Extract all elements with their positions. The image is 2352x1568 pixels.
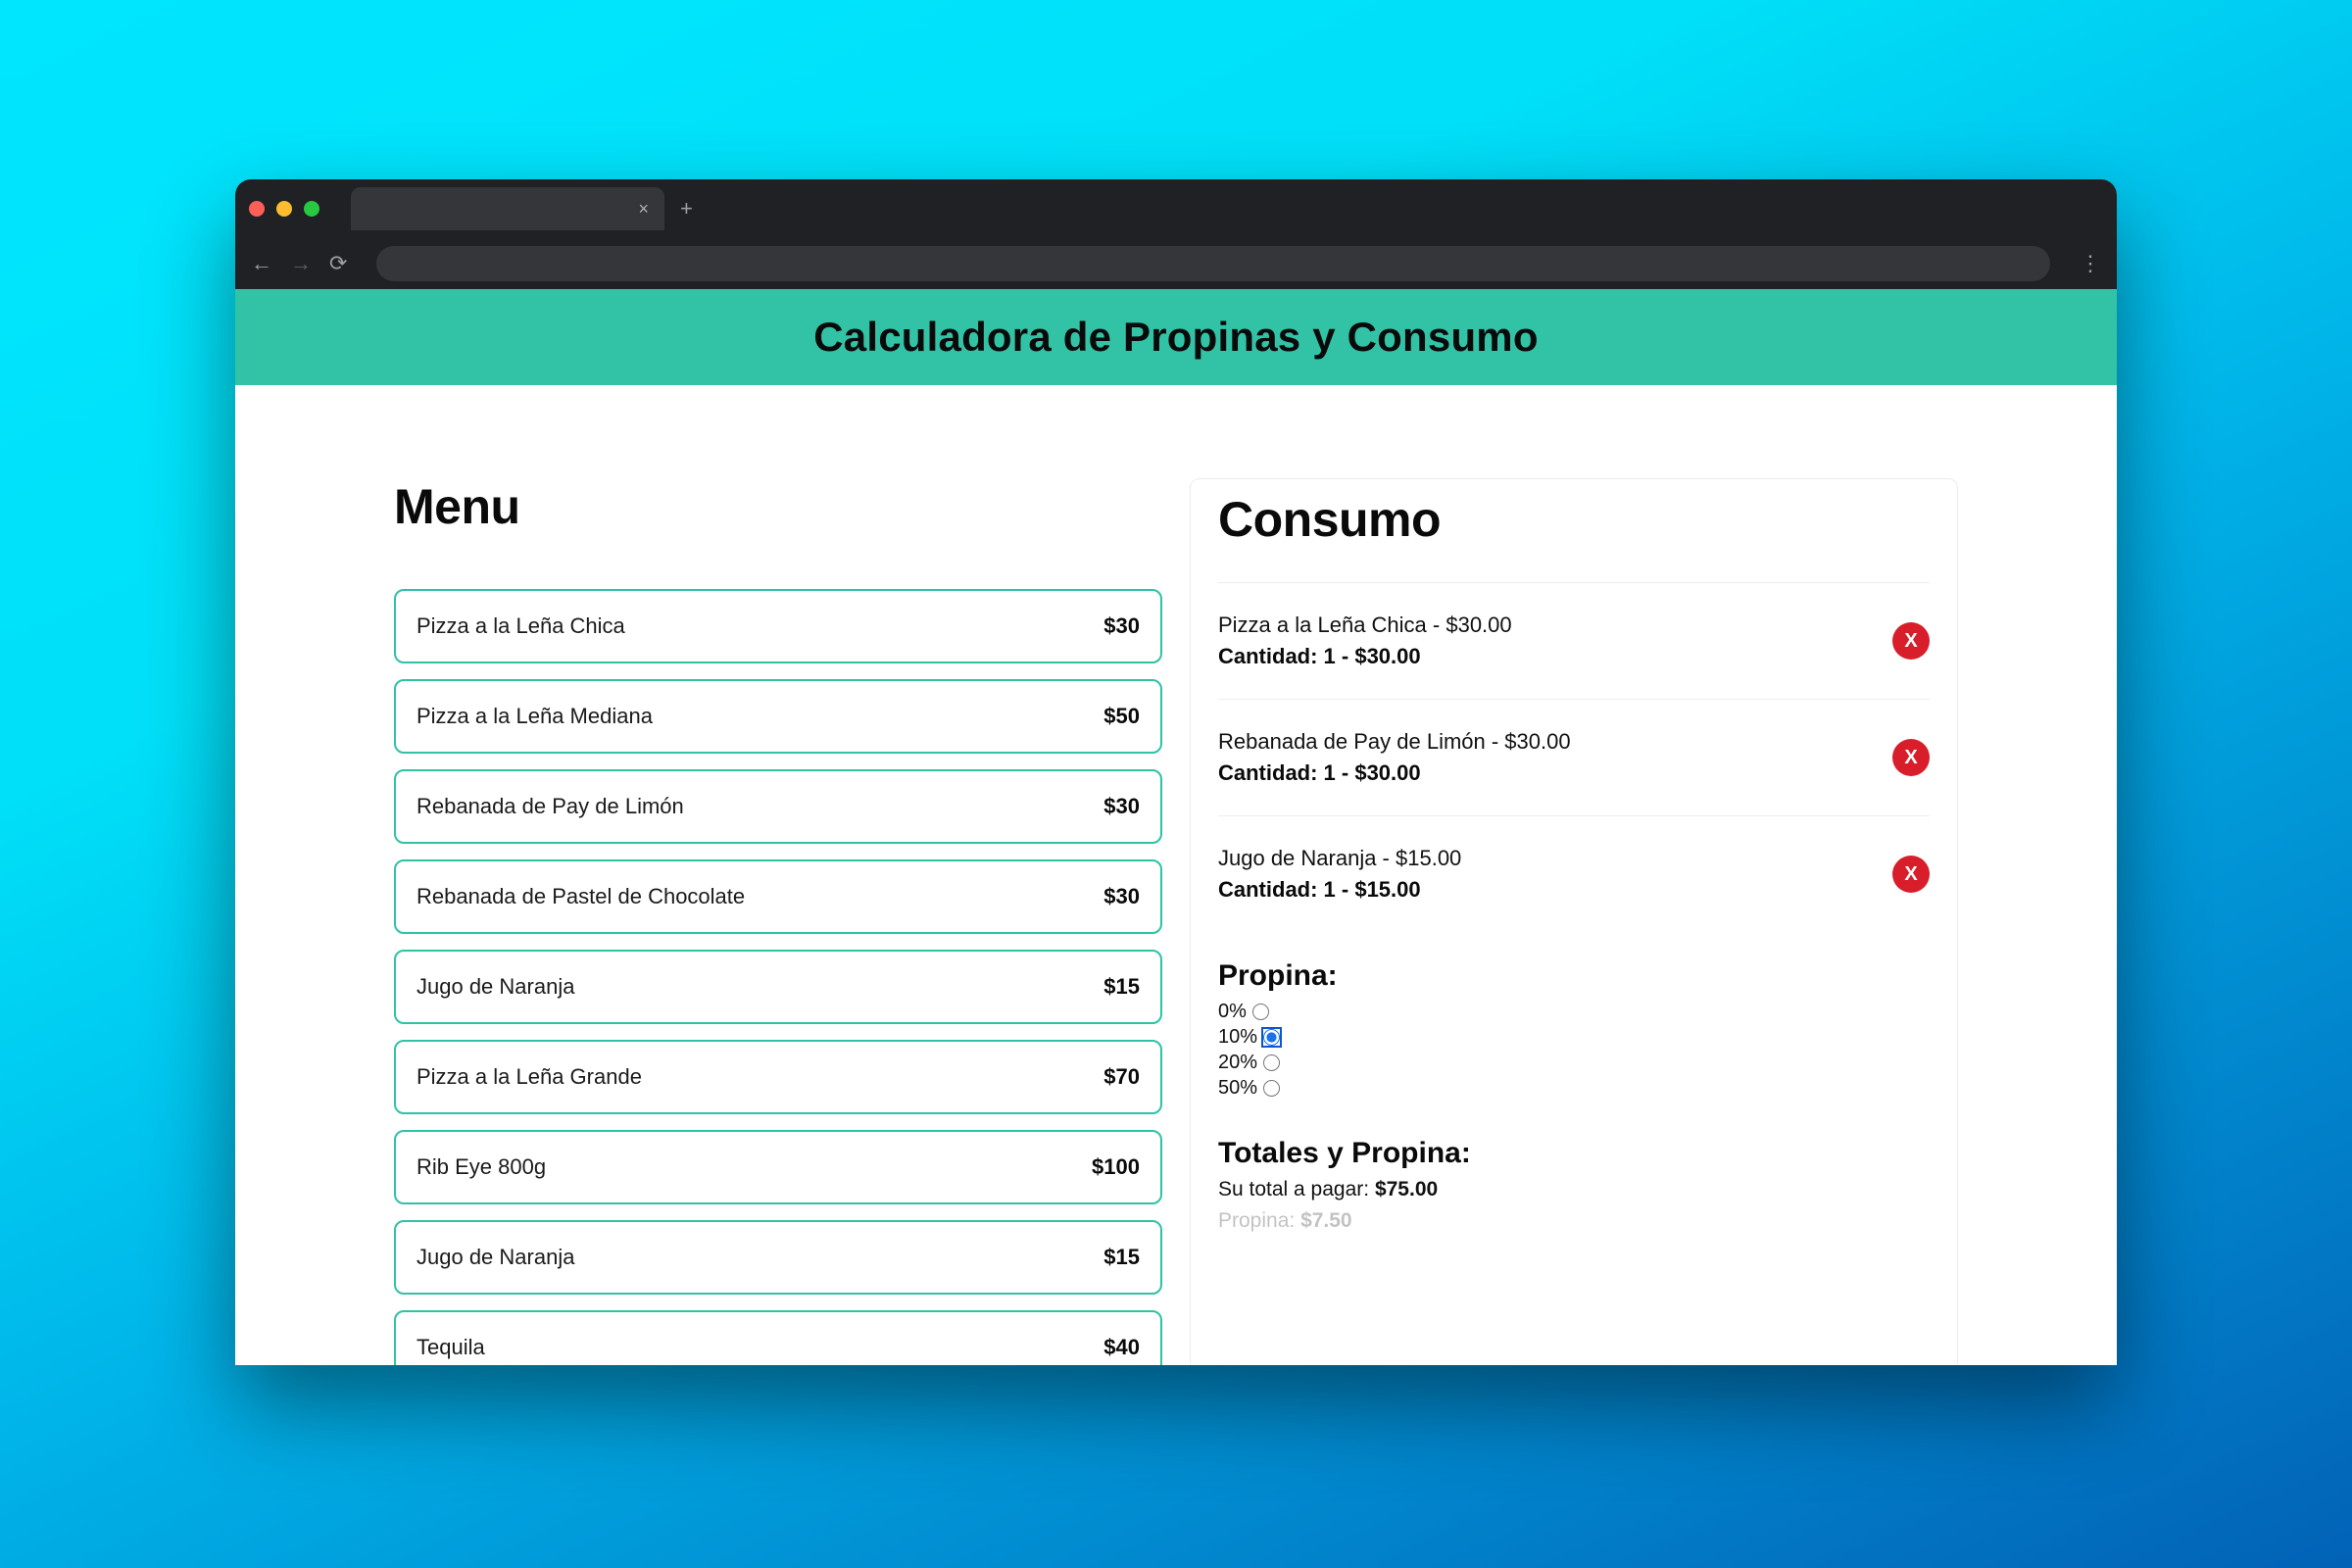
menu-item-name: Pizza a la Leña Grande <box>416 1064 642 1090</box>
menu-item[interactable]: Rib Eye 800g $100 <box>394 1130 1162 1204</box>
menu-item-price: $30 <box>1103 613 1140 639</box>
menu-item-name: Pizza a la Leña Chica <box>416 613 625 639</box>
tip-amount-line: Propina: $7.50 <box>1218 1209 1930 1233</box>
window-maximize-dot[interactable] <box>304 201 319 217</box>
tip-radio[interactable] <box>1263 1054 1280 1071</box>
page-title: Calculadora de Propinas y Consumo <box>235 314 2117 361</box>
menu-item[interactable]: Pizza a la Leña Chica $30 <box>394 589 1162 663</box>
tip-radio[interactable] <box>1252 1004 1269 1020</box>
menu-item-name: Rebanada de Pay de Limón <box>416 794 684 819</box>
menu-item[interactable]: Rebanada de Pay de Limón $30 <box>394 769 1162 844</box>
back-icon[interactable]: ← <box>251 251 272 276</box>
new-tab-icon[interactable]: + <box>680 196 693 221</box>
order-item: Jugo de Naranja - $15.00 Cantidad: 1 - $1… <box>1218 815 1930 932</box>
total-line: Su total a pagar: $75.00 <box>1218 1178 1930 1201</box>
menu-item-name: Tequila <box>416 1335 485 1360</box>
menu-item-name: Rib Eye 800g <box>416 1154 546 1180</box>
tip-amount-label: Propina: <box>1218 1209 1300 1232</box>
tip-option-label: 10% <box>1218 1026 1257 1049</box>
menu-item[interactable]: Tequila $40 <box>394 1310 1162 1365</box>
menu-item-price: $15 <box>1103 1245 1140 1270</box>
reload-icon[interactable]: ⟳ <box>329 251 347 276</box>
tip-radio[interactable] <box>1263 1029 1280 1046</box>
browser-tab[interactable]: × <box>351 187 664 230</box>
menu-item-price: $15 <box>1103 974 1140 1000</box>
close-tab-icon[interactable]: × <box>638 199 649 220</box>
tip-option-label: 50% <box>1218 1077 1257 1100</box>
order-item-line1: Jugo de Naranja - $15.00 <box>1218 846 1461 871</box>
tip-option-label: 20% <box>1218 1052 1257 1074</box>
total-prefix: Su total a pagar: <box>1218 1178 1375 1200</box>
titlebar: × + <box>235 179 2117 238</box>
order-item-line1: Pizza a la Leña Chica - $30.00 <box>1218 612 1512 638</box>
menu-item[interactable]: Jugo de Naranja $15 <box>394 1220 1162 1295</box>
window-close-dot[interactable] <box>249 201 265 217</box>
tip-radio[interactable] <box>1263 1080 1280 1097</box>
menu-item-price: $50 <box>1103 704 1140 729</box>
order-item-text: Jugo de Naranja - $15.00 Cantidad: 1 - $1… <box>1218 846 1461 903</box>
order-item: Pizza a la Leña Chica - $30.00 Cantidad: … <box>1218 582 1930 699</box>
tip-option-label: 0% <box>1218 1001 1247 1023</box>
totals-heading: Totales y Propina: <box>1218 1137 1930 1170</box>
forward-icon[interactable]: → <box>290 251 312 276</box>
menu-item[interactable]: Pizza a la Leña Grande $70 <box>394 1040 1162 1114</box>
order-item-line2: Cantidad: 1 - $30.00 <box>1218 644 1512 669</box>
remove-item-button[interactable]: X <box>1892 622 1930 660</box>
tip-options: 0% 10% 20% 50% <box>1218 1001 1930 1100</box>
menu-item-price: $70 <box>1103 1064 1140 1090</box>
menu-item-name: Jugo de Naranja <box>416 974 574 1000</box>
window-minimize-dot[interactable] <box>276 201 292 217</box>
menu-list: Pizza a la Leña Chica$30Pizza a la Leña … <box>394 589 1162 1365</box>
totals-block: Su total a pagar: $75.00 Propina: $7.50 <box>1218 1178 1930 1233</box>
browser-toolbar: ← → ⟳ ⋮ <box>235 238 2117 289</box>
menu-column: Menu Pizza a la Leña Chica$30Pizza a la … <box>394 478 1162 1365</box>
menu-item-name: Pizza a la Leña Mediana <box>416 704 653 729</box>
order-item-line1: Rebanada de Pay de Limón - $30.00 <box>1218 729 1571 755</box>
menu-item[interactable]: Jugo de Naranja $15 <box>394 950 1162 1024</box>
menu-item-name: Jugo de Naranja <box>416 1245 574 1270</box>
tip-option[interactable]: 0% <box>1218 1001 1930 1023</box>
browser-window: × + ← → ⟳ ⋮ Calculadora de Propinas y Co… <box>235 179 2117 1365</box>
menu-heading: Menu <box>394 478 1162 535</box>
tip-option[interactable]: 10% <box>1218 1026 1930 1049</box>
order-panel: Consumo Pizza a la Leña Chica - $30.00 Ca… <box>1190 478 1958 1365</box>
order-item: Rebanada de Pay de Limón - $30.00 Cantida… <box>1218 699 1930 815</box>
order-heading: Consumo <box>1218 491 1930 548</box>
order-list: Pizza a la Leña Chica - $30.00 Cantidad: … <box>1218 582 1930 932</box>
menu-item[interactable]: Pizza a la Leña Mediana $50 <box>394 679 1162 754</box>
tip-option[interactable]: 50% <box>1218 1077 1930 1100</box>
tip-heading: Propina: <box>1218 959 1930 993</box>
menu-item-price: $30 <box>1103 794 1140 819</box>
total-value: $75.00 <box>1375 1178 1438 1200</box>
remove-item-button[interactable]: X <box>1892 856 1930 893</box>
page-content: Calculadora de Propinas y Consumo Menu P… <box>235 289 2117 1365</box>
remove-item-button[interactable]: X <box>1892 739 1930 776</box>
order-item-line2: Cantidad: 1 - $30.00 <box>1218 760 1571 786</box>
menu-item-price: $30 <box>1103 884 1140 909</box>
order-item-text: Rebanada de Pay de Limón - $30.00 Cantida… <box>1218 729 1571 786</box>
menu-item-price: $100 <box>1092 1154 1140 1180</box>
order-item-line2: Cantidad: 1 - $15.00 <box>1218 877 1461 903</box>
menu-item-price: $40 <box>1103 1335 1140 1360</box>
address-bar[interactable] <box>376 246 2050 281</box>
hero-banner: Calculadora de Propinas y Consumo <box>235 289 2117 385</box>
menu-item[interactable]: Rebanada de Pastel de Chocolate $30 <box>394 859 1162 934</box>
tip-amount-value: $7.50 <box>1300 1209 1352 1232</box>
tip-option[interactable]: 20% <box>1218 1052 1930 1074</box>
menu-item-name: Rebanada de Pastel de Chocolate <box>416 884 745 909</box>
kebab-menu-icon[interactable]: ⋮ <box>2080 251 2101 276</box>
order-item-text: Pizza a la Leña Chica - $30.00 Cantidad: … <box>1218 612 1512 669</box>
